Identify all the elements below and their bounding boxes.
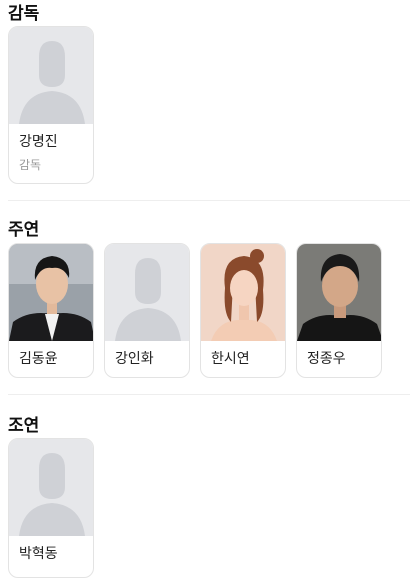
person-name: 강인화 bbox=[115, 351, 154, 367]
person-name: 박혁동 bbox=[19, 546, 58, 562]
section-title-director: 감독 bbox=[8, 4, 40, 24]
profile-photo bbox=[9, 244, 93, 341]
person-card-director[interactable]: 강명진 감독 bbox=[8, 26, 94, 184]
section-title-lead: 주연 bbox=[8, 220, 40, 240]
divider bbox=[8, 394, 410, 395]
person-name: 정종우 bbox=[307, 351, 346, 367]
person-card-lead-3[interactable]: 한시연 bbox=[200, 243, 286, 378]
profile-placeholder-icon bbox=[9, 27, 93, 124]
section-title-supporting: 조연 bbox=[8, 416, 40, 436]
person-name: 강명진 bbox=[19, 134, 58, 150]
person-name: 한시연 bbox=[211, 351, 250, 367]
person-name: 김동윤 bbox=[19, 351, 58, 367]
profile-placeholder-icon bbox=[105, 244, 189, 341]
person-card-supporting[interactable]: 박혁동 bbox=[8, 438, 94, 578]
profile-placeholder-icon bbox=[9, 439, 93, 536]
person-card-lead-2[interactable]: 강인화 bbox=[104, 243, 190, 378]
profile-photo bbox=[297, 244, 381, 341]
person-card-lead-4[interactable]: 정종우 bbox=[296, 243, 382, 378]
person-card-lead-1[interactable]: 김동윤 bbox=[8, 243, 94, 378]
profile-photo bbox=[201, 244, 285, 341]
person-role: 감독 bbox=[19, 158, 42, 172]
divider bbox=[8, 200, 410, 201]
